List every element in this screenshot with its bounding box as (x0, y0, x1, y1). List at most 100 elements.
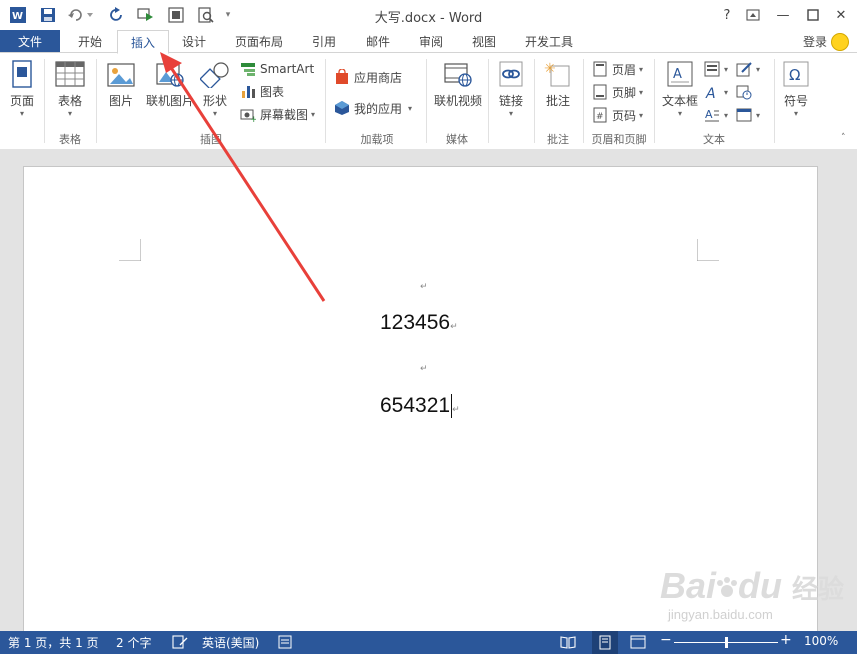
signature-line-button[interactable]: ▾ (736, 59, 760, 79)
online-picture-button[interactable]: 联机图片 (142, 59, 198, 109)
macro-record-icon[interactable] (278, 635, 292, 652)
online-video-label: 联机视频 (433, 94, 482, 108)
chevron-down-icon: ▾ (311, 109, 316, 119)
my-apps-button[interactable]: 我的应用 ▾ (334, 98, 412, 118)
language-indicator[interactable]: 英语(美国) (202, 634, 259, 651)
header-icon (592, 61, 608, 77)
group-label-addins: 加载项 (360, 133, 394, 146)
group-label-text: 文本 (703, 133, 725, 146)
quick-parts-button[interactable]: ▾ (704, 59, 728, 79)
zoom-in-button[interactable]: + (780, 632, 792, 648)
help-button[interactable]: ? (716, 6, 738, 24)
tab-insert[interactable]: 插入 (117, 30, 169, 54)
shapes-icon (199, 59, 231, 89)
group-divider (488, 59, 489, 143)
zoom-slider-thumb[interactable] (725, 637, 728, 648)
tab-mailings[interactable]: 邮件 (356, 30, 400, 53)
paw-icon (716, 565, 738, 597)
symbol-button[interactable]: Ω 符号 ▾ (778, 59, 814, 119)
signature-pen-icon (736, 61, 752, 77)
page-number-button[interactable]: # 页码 ▾ (592, 105, 643, 125)
textbox-icon: A (664, 59, 696, 89)
feedback-smiley-icon[interactable] (831, 33, 849, 51)
date-time-button[interactable] (736, 82, 756, 102)
header-label: 页眉 (612, 62, 637, 77)
header-button[interactable]: 页眉 ▾ (592, 59, 643, 79)
footer-icon (592, 84, 608, 100)
smartart-label: SmartArt (260, 62, 315, 76)
textbox-button[interactable]: A 文本框 ▾ (658, 59, 702, 119)
group-divider (654, 59, 655, 143)
drop-cap-icon: A (704, 107, 720, 123)
svg-text:✳: ✳ (544, 61, 556, 77)
proofing-icon[interactable] (172, 635, 188, 652)
calendar-clock-icon (736, 84, 752, 100)
zoom-level[interactable]: 100% (804, 634, 838, 648)
maximize-icon[interactable] (802, 6, 824, 24)
page-count[interactable]: 第 1 页，共 1 页 (8, 634, 99, 651)
chevron-down-icon: ▾ (724, 64, 729, 74)
tab-file[interactable]: 文件 (0, 30, 60, 53)
screenshot-button[interactable]: + 屏幕截图 ▾ (240, 104, 315, 124)
link-button[interactable]: 链接 ▾ (492, 59, 530, 119)
group-divider (325, 59, 326, 143)
tab-references[interactable]: 引用 (302, 30, 346, 53)
online-video-button[interactable]: 联机视频 (430, 59, 486, 109)
group-label-table: 表格 (59, 133, 81, 146)
word-count[interactable]: 2 个字 (116, 634, 151, 651)
status-bar: 第 1 页，共 1 页 2 个字 英语(美国) − + 100% (0, 631, 857, 654)
chevron-down-icon: ▾ (756, 110, 761, 120)
picture-label: 图片 (108, 94, 133, 108)
ribbon-tabs: 文件 开始 插入 设计 页面布局 引用 邮件 审阅 视图 开发工具 登录 (0, 30, 857, 54)
svg-text:A: A (705, 86, 716, 100)
link-icon (495, 59, 527, 89)
footer-button[interactable]: 页脚 ▾ (592, 82, 643, 102)
paragraph-mark: ↵ (420, 282, 428, 292)
smartart-button[interactable]: SmartArt (240, 59, 314, 79)
tab-design[interactable]: 设计 (172, 30, 216, 53)
watermark-brand: Bai (660, 565, 717, 606)
document-line-2[interactable]: 654321 ↵ (380, 394, 460, 419)
paragraph-mark: ↵ (452, 404, 460, 414)
object-button[interactable]: ▾ (736, 105, 760, 125)
ribbon-display-options-icon[interactable] (742, 6, 764, 24)
table-button[interactable]: 表格 ▾ (50, 59, 90, 119)
zoom-out-button[interactable]: − (660, 632, 672, 648)
tab-page-layout[interactable]: 页面布局 (226, 30, 292, 53)
print-layout-view-button[interactable] (592, 631, 618, 654)
group-divider (426, 59, 427, 143)
object-icon (736, 107, 752, 123)
title-bar: W ▾ 大写.docx - Word ? — ✕ (0, 0, 857, 30)
document-text-1: 123456 (380, 311, 451, 334)
picture-button[interactable]: 图片 (102, 59, 140, 109)
online-picture-label: 联机图片 (145, 94, 194, 108)
login-link[interactable]: 登录 (803, 33, 827, 50)
tab-review[interactable]: 审阅 (409, 30, 453, 53)
drop-cap-button[interactable]: A ▾ (704, 105, 728, 125)
comment-button[interactable]: ✳ 批注 (538, 59, 578, 109)
chevron-down-icon: ▾ (639, 64, 644, 74)
quick-parts-icon (704, 61, 720, 77)
shapes-button[interactable]: 形状 ▾ (198, 59, 232, 119)
chevron-down-icon: ▾ (67, 109, 72, 118)
tab-developer[interactable]: 开发工具 (516, 30, 582, 53)
chevron-down-icon: ▾ (408, 103, 413, 113)
minimize-button[interactable]: — (772, 6, 794, 24)
document-canvas[interactable]: ↵ 123456↵ ↵ 654321 ↵ (0, 149, 857, 638)
wordart-button[interactable]: A ▾ (704, 82, 728, 102)
tab-view[interactable]: 视图 (462, 30, 506, 53)
online-picture-icon (154, 59, 186, 89)
chevron-down-icon: ▾ (508, 109, 513, 118)
pages-button[interactable]: 页面 ▾ (4, 59, 40, 119)
document-line-1[interactable]: 123456↵ (380, 311, 458, 335)
smartart-icon (240, 61, 256, 77)
store-button[interactable]: 应用商店 (334, 67, 402, 87)
tab-home[interactable]: 开始 (68, 30, 112, 53)
close-button[interactable]: ✕ (830, 6, 852, 24)
web-layout-icon[interactable] (630, 635, 646, 652)
collapse-ribbon-icon[interactable]: ˄ (841, 133, 846, 143)
chart-button[interactable]: 图表 (240, 81, 284, 101)
chevron-down-icon: ▾ (212, 109, 217, 118)
page-number-label: 页码 (612, 108, 637, 123)
read-mode-icon[interactable] (560, 635, 576, 652)
